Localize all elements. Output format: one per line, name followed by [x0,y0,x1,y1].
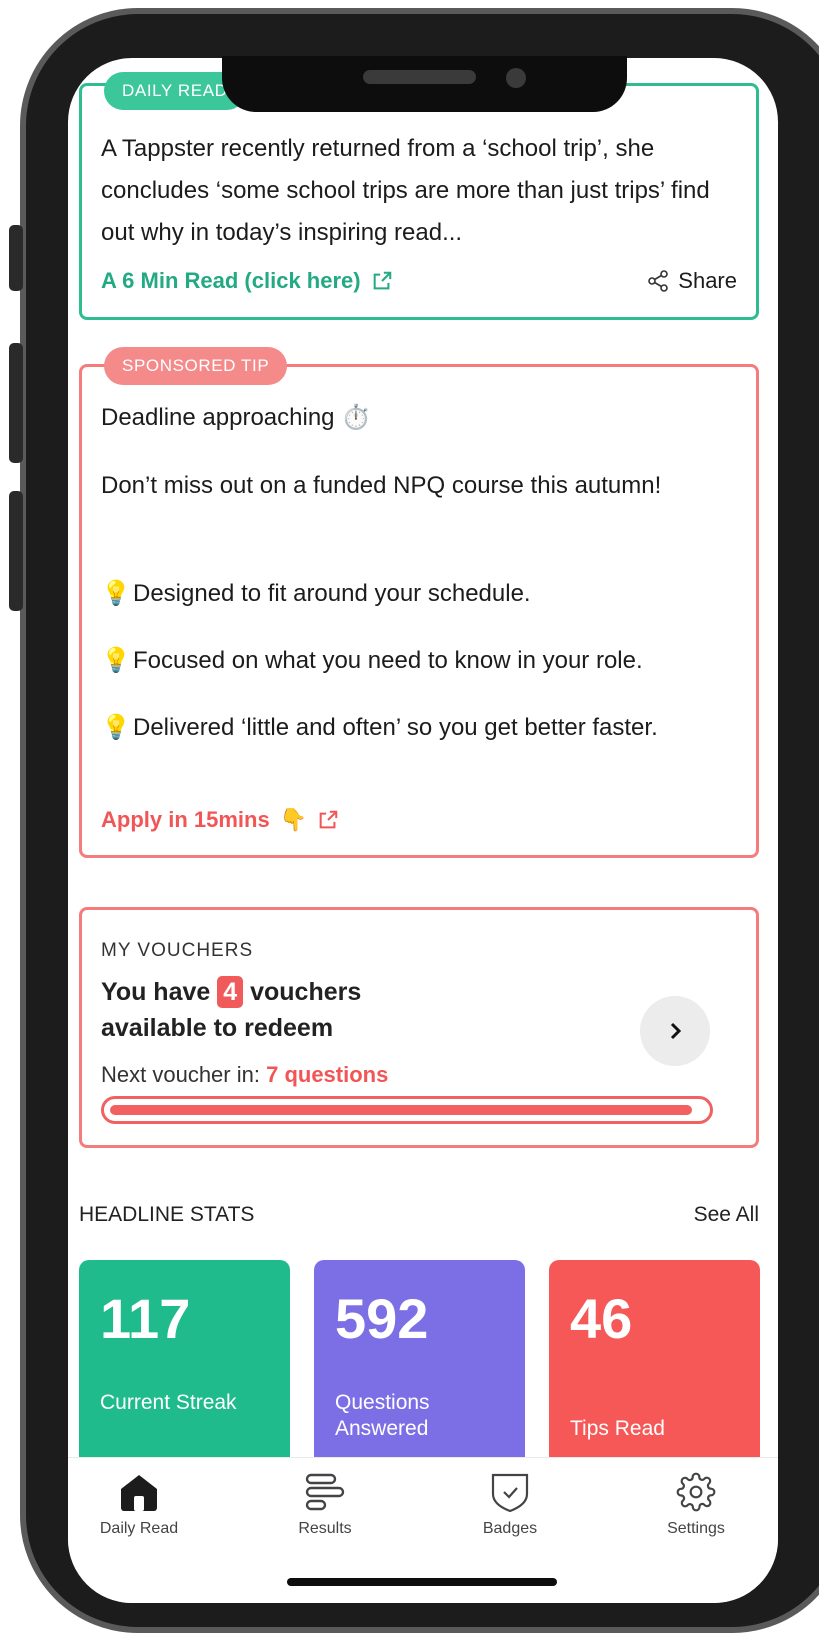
volume-down-button [9,491,23,611]
headline-stats-header: HEADLINE STATS See All [79,1203,759,1227]
lightbulb-icon: 💡 [101,714,131,741]
results-icon [305,1473,345,1511]
daily-read-text: A Tappster recently returned from a ‘sch… [101,135,710,246]
share-icon [648,270,669,292]
home-indicator [287,1578,557,1586]
tab-badges[interactable]: Badges [435,1472,585,1538]
sponsored-tip-card: SPONSORED TIP Deadline approaching ⏱️ Do… [79,347,759,858]
sponsored-bullet: 💡Delivered ‘little and often’ so you get… [101,707,741,749]
stat-value: 117 [100,1287,191,1350]
pointing-down-icon: 👇 [279,807,308,832]
sponsored-bullet-text: Delivered ‘little and often’ so you get … [133,714,658,741]
stat-label: Current Streak [100,1391,237,1414]
notch [222,56,627,112]
voucher-progress-bar [101,1096,713,1124]
share-label: Share [678,268,737,293]
tab-label: Settings [667,1520,725,1537]
stat-card-tips-read[interactable]: 46 Tips Read [549,1260,760,1475]
sponsored-bullet: 💡Designed to fit around your schedule. [101,573,741,615]
tab-label: Daily Read [99,1520,179,1537]
stat-label: Tips Read [570,1417,665,1440]
stat-value: 46 [570,1287,633,1350]
vouchers-title: MY VOUCHERS [101,940,254,961]
stat-label: Questions Answered [335,1391,430,1440]
volume-up-button [9,343,23,463]
tab-label: Badges [482,1520,538,1537]
vouchers-prefix: You have [101,978,211,1006]
voucher-progress-fill [110,1105,692,1115]
badge-icon [491,1473,529,1512]
app-screen: DAILY READ A Tappster recently returned … [68,58,778,1603]
next-voucher: Next voucher in: 7 questions [101,1062,388,1088]
apply-label: Apply in 15mins [101,807,270,832]
vouchers-headline: You have 4 vouchers available to redeem [101,974,561,1046]
sponsored-intro: Don’t miss out on a funded NPQ course th… [101,472,662,499]
external-link-icon [319,810,338,829]
lightbulb-icon: 💡 [101,580,131,607]
voucher-count-badge: 4 [217,976,244,1008]
tab-daily-read[interactable]: Daily Read [68,1472,214,1538]
vouchers-open-button[interactable] [640,996,710,1066]
tab-settings[interactable]: Settings [621,1472,771,1538]
daily-read-link-label: A 6 Min Read (click here) [101,268,361,293]
vouchers-suffix-2: available to redeem [101,1014,334,1042]
vouchers-suffix-1: vouchers [250,978,362,1006]
stat-card-current-streak[interactable]: 117 Current Streak [79,1260,290,1475]
vouchers-card[interactable]: MY VOUCHERS You have 4 vouchers availabl… [79,907,759,1148]
tab-results[interactable]: Results [250,1472,400,1538]
gear-icon [676,1472,716,1512]
lightbulb-icon: 💡 [101,647,131,674]
next-voucher-value: 7 questions [266,1062,389,1087]
daily-read-card[interactable]: DAILY READ A Tappster recently returned … [79,72,759,320]
stat-value: 592 [335,1287,429,1350]
chevron-right-icon [670,1022,682,1040]
see-all-link[interactable]: See All [694,1203,759,1227]
apply-link[interactable]: Apply in 15mins 👇 [101,807,339,833]
daily-read-link[interactable]: A 6 Min Read (click here) [101,268,393,294]
home-icon [121,1475,157,1511]
sponsored-bullet-text: Focused on what you need to know in your… [133,647,643,674]
front-camera [506,68,526,88]
share-button[interactable]: Share [646,268,737,294]
external-link-icon [373,271,391,290]
sponsored-tip-tag: SPONSORED TIP [104,347,288,385]
speaker-grille [363,70,476,84]
mute-switch [9,225,23,291]
sponsored-bullet: 💡Focused on what you need to know in you… [101,640,741,682]
tab-label: Results [298,1520,352,1537]
sponsored-bullet-text: Designed to fit around your schedule. [133,580,531,607]
next-voucher-label: Next voucher in: [101,1062,260,1087]
headline-stats-title: HEADLINE STATS [79,1203,255,1226]
stat-card-questions-answered[interactable]: 592 Questions Answered [314,1260,525,1475]
sponsored-heading: Deadline approaching ⏱️ [101,404,372,431]
